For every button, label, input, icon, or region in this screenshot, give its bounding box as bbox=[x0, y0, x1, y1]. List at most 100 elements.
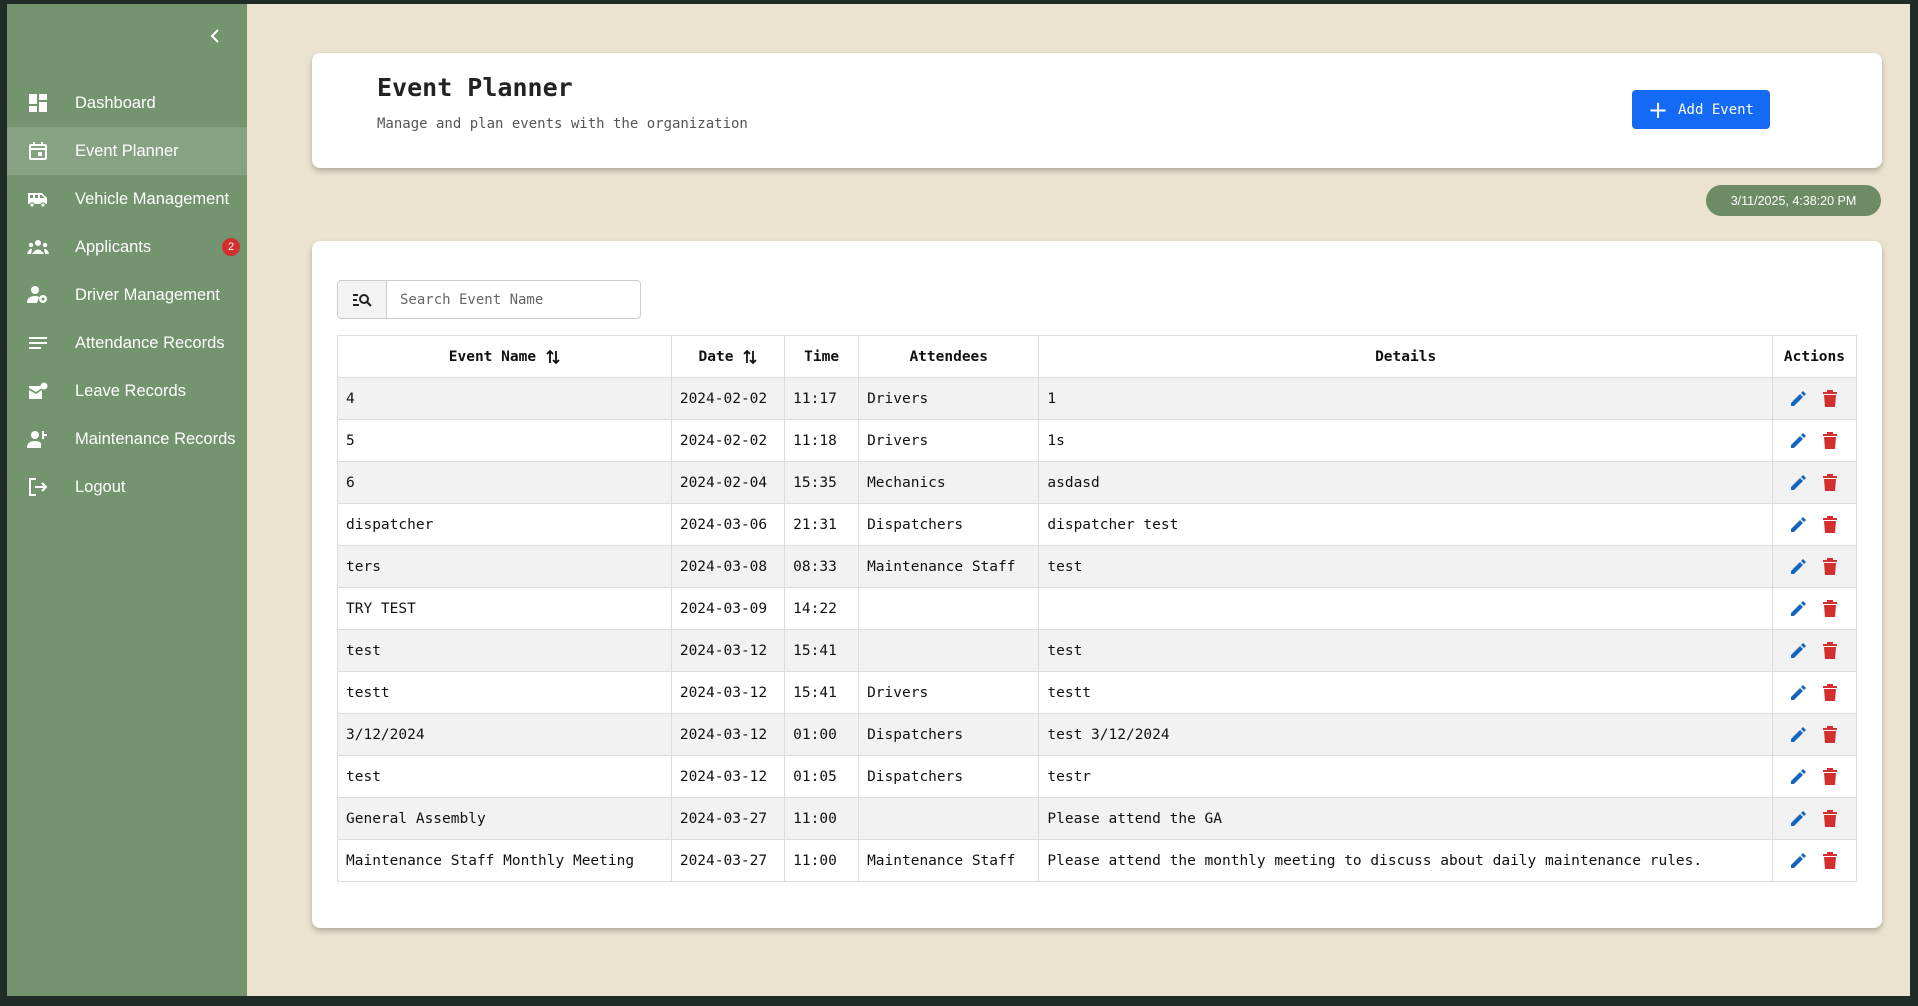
attendees-cell: Maintenance Staff bbox=[858, 839, 1040, 882]
date-cell: 2024-03-09 bbox=[670, 587, 786, 630]
delete-icon[interactable] bbox=[1819, 598, 1841, 620]
delete-icon[interactable] bbox=[1819, 724, 1841, 746]
column-header-label: Date bbox=[698, 348, 734, 365]
delete-icon[interactable] bbox=[1819, 430, 1841, 452]
sidebar-nav: Dashboard Event Planner Vehicle Manageme… bbox=[7, 79, 247, 511]
actions-cell bbox=[1771, 419, 1858, 462]
actions-cell bbox=[1771, 671, 1858, 714]
sidebar-item-attendance-records[interactable]: Attendance Records bbox=[7, 319, 247, 367]
details-cell: 1s bbox=[1038, 419, 1773, 462]
manage-search-icon bbox=[353, 293, 372, 307]
sidebar-item-dashboard[interactable]: Dashboard bbox=[7, 79, 247, 127]
sidebar-item-applicants[interactable]: Applicants 2 bbox=[7, 223, 247, 271]
sidebar: Dashboard Event Planner Vehicle Manageme… bbox=[7, 4, 247, 996]
time-cell: 15:41 bbox=[784, 629, 860, 672]
delete-icon[interactable] bbox=[1819, 682, 1841, 704]
attendees-cell: Dispatchers bbox=[858, 503, 1040, 546]
sidebar-item-driver-management[interactable]: Driver Management bbox=[7, 271, 247, 319]
edit-icon[interactable] bbox=[1787, 430, 1809, 452]
notification-badge: 2 bbox=[222, 238, 240, 256]
collapse-sidebar-button[interactable] bbox=[205, 26, 225, 46]
edit-icon[interactable] bbox=[1787, 850, 1809, 872]
delete-icon[interactable] bbox=[1819, 388, 1841, 410]
actions-cell bbox=[1771, 461, 1858, 504]
delete-icon[interactable] bbox=[1819, 556, 1841, 578]
table-row: 6 2024-02-04 15:35 Mechanics asdasd bbox=[337, 461, 1858, 504]
sort-icon[interactable] bbox=[743, 349, 758, 365]
actions-cell bbox=[1771, 545, 1858, 588]
time-cell: 11:00 bbox=[784, 797, 860, 840]
date-cell: 2024-02-02 bbox=[670, 377, 786, 420]
date-cell: 2024-03-12 bbox=[670, 755, 786, 798]
user-wrench-icon bbox=[27, 428, 49, 450]
table-row: dispatcher 2024-03-06 21:31 Dispatchers disp… bbox=[337, 503, 1858, 546]
column-header-time: Time bbox=[784, 335, 860, 378]
sidebar-item-label: Leave Records bbox=[75, 381, 186, 400]
details-cell: test bbox=[1038, 545, 1773, 588]
attendees-cell: Drivers bbox=[858, 377, 1040, 420]
event-name-cell: 3/12/2024 bbox=[337, 713, 672, 756]
column-header-actions: Actions bbox=[1771, 335, 1858, 378]
search-button[interactable] bbox=[338, 281, 387, 318]
current-datetime: 3/11/2025, 4:38:20 PM bbox=[1706, 185, 1881, 216]
sidebar-item-label: Attendance Records bbox=[75, 333, 225, 352]
delete-icon[interactable] bbox=[1819, 808, 1841, 830]
edit-icon[interactable] bbox=[1787, 388, 1809, 410]
column-header-event-name[interactable]: Event Name bbox=[337, 335, 672, 378]
attendees-cell bbox=[858, 629, 1040, 672]
logout-icon bbox=[27, 476, 49, 498]
sidebar-item-label: Maintenance Records bbox=[75, 429, 236, 448]
edit-icon[interactable] bbox=[1787, 682, 1809, 704]
event-name-cell: 4 bbox=[337, 377, 672, 420]
edit-icon[interactable] bbox=[1787, 724, 1809, 746]
sidebar-item-maintenance-records[interactable]: Maintenance Records bbox=[7, 415, 247, 463]
table-row: 5 2024-02-02 11:18 Drivers 1s bbox=[337, 419, 1858, 462]
edit-icon[interactable] bbox=[1787, 514, 1809, 536]
column-header-date[interactable]: Date bbox=[670, 335, 786, 378]
search-input[interactable] bbox=[387, 281, 640, 318]
event-name-cell: TRY TEST bbox=[337, 587, 672, 630]
edit-icon[interactable] bbox=[1787, 808, 1809, 830]
mail-icon bbox=[27, 380, 49, 402]
sidebar-item-leave-records[interactable]: Leave Records bbox=[7, 367, 247, 415]
user-gear-icon bbox=[27, 284, 49, 306]
event-name-cell: ters bbox=[337, 545, 672, 588]
table-row: 3/12/2024 2024-03-12 01:00 Dispatchers test … bbox=[337, 713, 1858, 756]
date-cell: 2024-03-12 bbox=[670, 671, 786, 714]
details-cell: Please attend the GA bbox=[1038, 797, 1773, 840]
delete-icon[interactable] bbox=[1819, 514, 1841, 536]
table-row: Maintenance Staff Monthly Meeting 2024-03… bbox=[337, 839, 1858, 882]
add-event-button[interactable]: + Add Event bbox=[1632, 90, 1770, 129]
edit-icon[interactable] bbox=[1787, 472, 1809, 494]
time-cell: 01:00 bbox=[784, 713, 860, 756]
dashboard-icon bbox=[27, 92, 49, 114]
attendees-cell: Drivers bbox=[858, 671, 1040, 714]
actions-cell bbox=[1771, 377, 1858, 420]
time-cell: 14:22 bbox=[784, 587, 860, 630]
actions-cell bbox=[1771, 755, 1858, 798]
sort-icon[interactable] bbox=[546, 349, 560, 365]
table-body: 4 2024-02-02 11:17 Drivers 1 5 2024-02-02 11:18… bbox=[337, 377, 1858, 882]
delete-icon[interactable] bbox=[1819, 472, 1841, 494]
time-cell: 11:00 bbox=[784, 839, 860, 882]
attendees-cell: Dispatchers bbox=[858, 755, 1040, 798]
date-cell: 2024-03-12 bbox=[670, 713, 786, 756]
attendees-cell bbox=[858, 797, 1040, 840]
column-header-details: Details bbox=[1038, 335, 1773, 378]
details-cell: asdasd bbox=[1038, 461, 1773, 504]
date-cell: 2024-02-02 bbox=[670, 419, 786, 462]
edit-icon[interactable] bbox=[1787, 598, 1809, 620]
delete-icon[interactable] bbox=[1819, 766, 1841, 788]
attendees-cell: Dispatchers bbox=[858, 713, 1040, 756]
time-cell: 15:35 bbox=[784, 461, 860, 504]
sidebar-item-label: Vehicle Management bbox=[75, 189, 230, 208]
edit-icon[interactable] bbox=[1787, 640, 1809, 662]
sidebar-item-vehicle-management[interactable]: Vehicle Management bbox=[7, 175, 247, 223]
sidebar-item-logout[interactable]: Logout bbox=[7, 463, 247, 511]
attendees-cell: Drivers bbox=[858, 419, 1040, 462]
edit-icon[interactable] bbox=[1787, 766, 1809, 788]
sidebar-item-event-planner[interactable]: Event Planner bbox=[7, 127, 247, 175]
delete-icon[interactable] bbox=[1819, 640, 1841, 662]
delete-icon[interactable] bbox=[1819, 850, 1841, 872]
edit-icon[interactable] bbox=[1787, 556, 1809, 578]
